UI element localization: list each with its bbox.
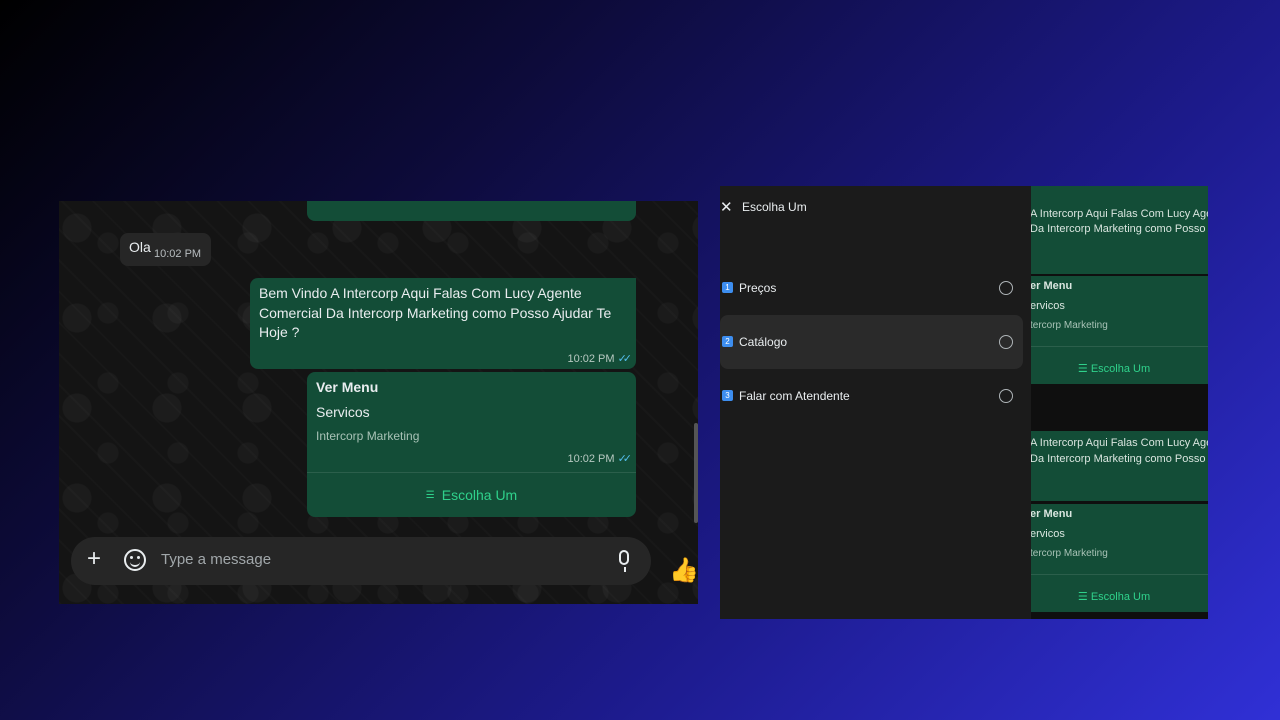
list-message: Ver Menu Servicos Intercorp Marketing 10… xyxy=(307,372,636,517)
list-open-button[interactable]: ☰ Escolha Um xyxy=(307,473,636,517)
background-text: tercorp Marketing xyxy=(1030,320,1108,331)
message-text: Ola xyxy=(129,239,151,255)
background-text: er Menu xyxy=(1030,508,1073,520)
radio-button[interactable] xyxy=(999,335,1013,349)
message-meta: 10:02 PM ✓✓ xyxy=(567,452,633,465)
message-time: 10:02 PM xyxy=(567,353,615,365)
option-precos[interactable]: 1 Preços xyxy=(720,261,1023,315)
background-message: A Intercorp Aqui Falas Com Lucy Agente D… xyxy=(1020,186,1208,274)
double-check-icon: ✓✓ xyxy=(617,353,633,365)
background-list-message: er Menu ervicos tercorp Marketing ☰ Esco… xyxy=(1020,276,1208,384)
divider xyxy=(1020,574,1208,575)
background-action: ☰ Escolha Um xyxy=(1077,591,1151,603)
plus-icon[interactable]: + xyxy=(87,547,101,571)
background-text: Da Intercorp Marketing como Posso Ajudar xyxy=(1030,453,1208,465)
background-text: ervicos xyxy=(1030,300,1065,312)
option-number: 1 xyxy=(722,282,733,293)
option-label: Preços xyxy=(739,281,777,295)
message-text: Bem Vindo A Intercorp Aqui Falas Com Luc… xyxy=(259,285,612,340)
option-number: 2 xyxy=(722,336,733,347)
previous-message-bubble xyxy=(307,201,636,221)
sticker-icon[interactable] xyxy=(124,549,146,571)
scrollbar[interactable] xyxy=(694,423,698,523)
background-message: A Intercorp Aqui Falas Com Lucy Agente D… xyxy=(1020,431,1208,501)
message-time: 10:02 PM xyxy=(567,453,615,465)
background-text: tercorp Marketing xyxy=(1030,548,1108,559)
option-label: Catálogo xyxy=(739,335,788,349)
background-text: A Intercorp Aqui Falas Com Lucy Agente xyxy=(1030,208,1208,220)
list-message-body: Servicos xyxy=(316,404,370,420)
background-action-label: Escolha Um xyxy=(1090,363,1151,375)
thumbs-up-icon[interactable]: 👍 xyxy=(669,556,698,585)
panel-title: Escolha Um xyxy=(742,200,807,214)
message-input[interactable]: Type a message xyxy=(161,551,271,568)
option-catalogo[interactable]: 2 Catálogo xyxy=(720,315,1023,369)
microphone-icon[interactable] xyxy=(619,550,629,572)
option-label: Falar com Atendente xyxy=(739,389,850,403)
divider xyxy=(1020,346,1208,347)
list-message-title: Ver Menu xyxy=(316,379,379,395)
background-text: Da Intercorp Marketing como Posso Ajudar xyxy=(1030,223,1208,235)
list-selection-panel: ✕ Escolha Um 1 Preços 2 Catálogo 3 Falar… xyxy=(720,186,1031,619)
chat-window: Ola 10:02 PM Bem Vindo A Intercorp Aqui … xyxy=(59,201,698,604)
background-text: A Intercorp Aqui Falas Com Lucy Agente xyxy=(1030,437,1208,449)
list-message-footer: Intercorp Marketing xyxy=(316,429,420,443)
background-text: er Menu xyxy=(1030,280,1073,292)
message-meta: 10:02 PM ✓✓ xyxy=(567,352,633,365)
background-action-label: Escolha Um xyxy=(1090,591,1151,603)
message-composer: + Type a message xyxy=(71,537,651,585)
option-number: 3 xyxy=(722,390,733,401)
background-text: ervicos xyxy=(1030,528,1065,540)
list-icon: ☰ xyxy=(425,489,435,501)
message-time: 10:02 PM xyxy=(154,248,202,260)
radio-button[interactable] xyxy=(999,389,1013,403)
list-open-label: Escolha Um xyxy=(441,487,518,503)
background-action: ☰ Escolha Um xyxy=(1077,363,1151,375)
double-check-icon: ✓✓ xyxy=(617,453,633,465)
outgoing-message[interactable]: Bem Vindo A Intercorp Aqui Falas Com Luc… xyxy=(250,278,636,369)
close-icon[interactable]: ✕ xyxy=(720,198,733,216)
radio-button[interactable] xyxy=(999,281,1013,295)
background-list-message: er Menu ervicos tercorp Marketing ☰ Esco… xyxy=(1020,504,1208,612)
option-falar-com-atendente[interactable]: 3 Falar com Atendente xyxy=(720,369,1023,423)
incoming-message[interactable]: Ola 10:02 PM xyxy=(120,233,211,266)
